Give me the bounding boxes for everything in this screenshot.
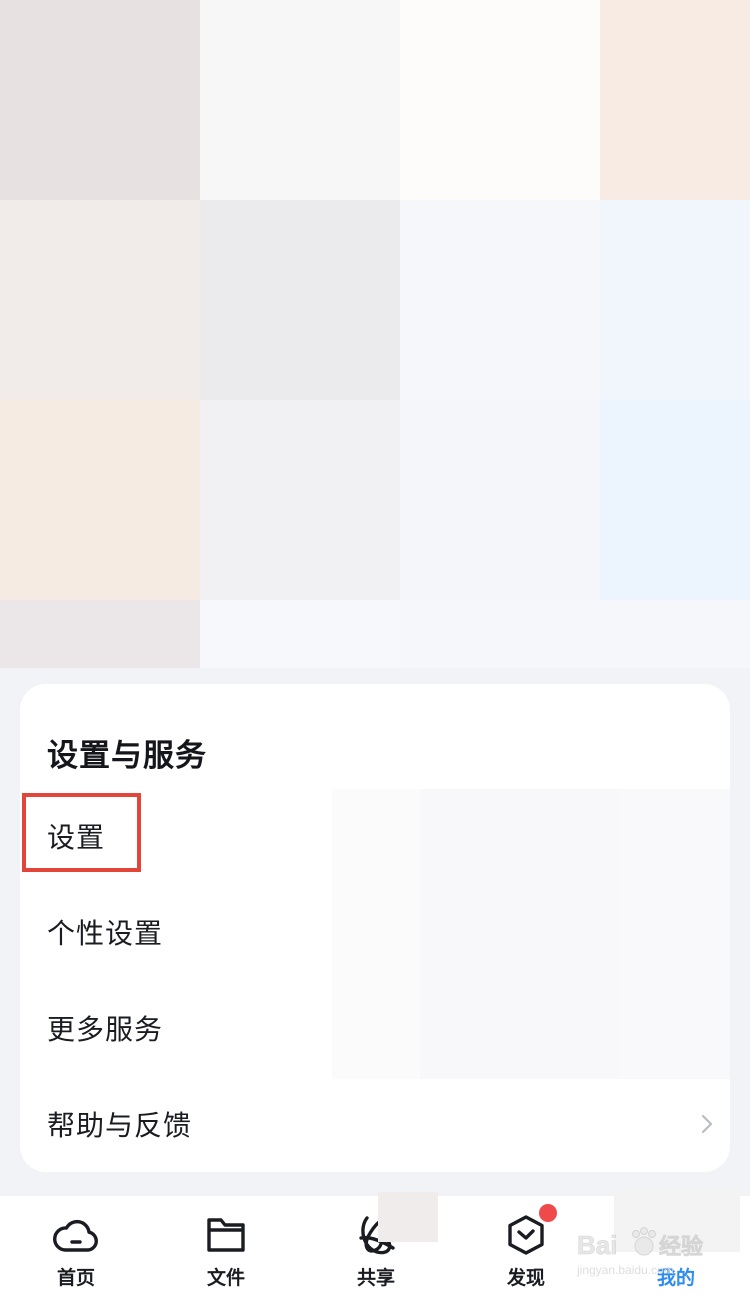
card-title: 设置与服务 [47, 738, 207, 773]
row-label: 更多服务 [47, 1014, 164, 1045]
tab-discover[interactable]: 发现 [476, 1196, 576, 1294]
tab-home[interactable]: 首页 [26, 1196, 126, 1294]
mosaic-tile [0, 200, 200, 400]
bottom-tab-bar: 首页 文件 共享 发现 我的 [0, 1188, 750, 1294]
settings-row-help-feedback[interactable]: 帮助与反馈 [20, 1078, 730, 1170]
row-label: 设置 [47, 822, 106, 853]
pixelated-profile-area [0, 0, 750, 668]
mosaic-tile [600, 0, 750, 200]
mosaic-tile [200, 400, 400, 600]
folder-icon [207, 1218, 245, 1252]
mosaic-tile [0, 400, 200, 600]
pixelated-profile-icon [614, 1188, 740, 1252]
row-label: 帮助与反馈 [47, 1110, 193, 1141]
pixelated-row-values [332, 789, 730, 1079]
cloud-icon [53, 1219, 98, 1252]
tab-files[interactable]: 文件 [176, 1196, 276, 1294]
tab-label: 文件 [206, 1268, 245, 1289]
mosaic-tile [600, 200, 750, 400]
mosaic-tile [600, 600, 750, 668]
mosaic-tile [332, 789, 420, 1079]
mosaic-tile [400, 0, 600, 200]
tab-mine[interactable]: 我的 [614, 1188, 740, 1294]
mosaic-tile [0, 0, 200, 200]
mosaic-tile [400, 400, 600, 600]
mosaic-tile [0, 600, 200, 668]
row-label: 个性设置 [47, 918, 164, 949]
mosaic-tile [600, 400, 750, 600]
mosaic-tile [400, 600, 600, 668]
mosaic-tile [200, 200, 400, 400]
tab-label: 发现 [506, 1268, 545, 1289]
settings-services-card: 设置与服务 设置 个性设置 更多服务 帮助与反馈 [20, 684, 730, 1172]
tab-label: 首页 [56, 1268, 95, 1289]
notification-badge [539, 1204, 557, 1222]
chevron-right-icon [701, 1114, 713, 1134]
mosaic-tile [200, 0, 400, 200]
mosaic-tile [200, 600, 400, 668]
pixelated-square [378, 1192, 438, 1242]
mosaic-tile [620, 789, 730, 1079]
mosaic-tile [420, 789, 620, 1079]
tab-label: 我的 [656, 1268, 695, 1289]
tab-label: 共享 [356, 1268, 395, 1289]
mosaic-tile [400, 200, 600, 400]
